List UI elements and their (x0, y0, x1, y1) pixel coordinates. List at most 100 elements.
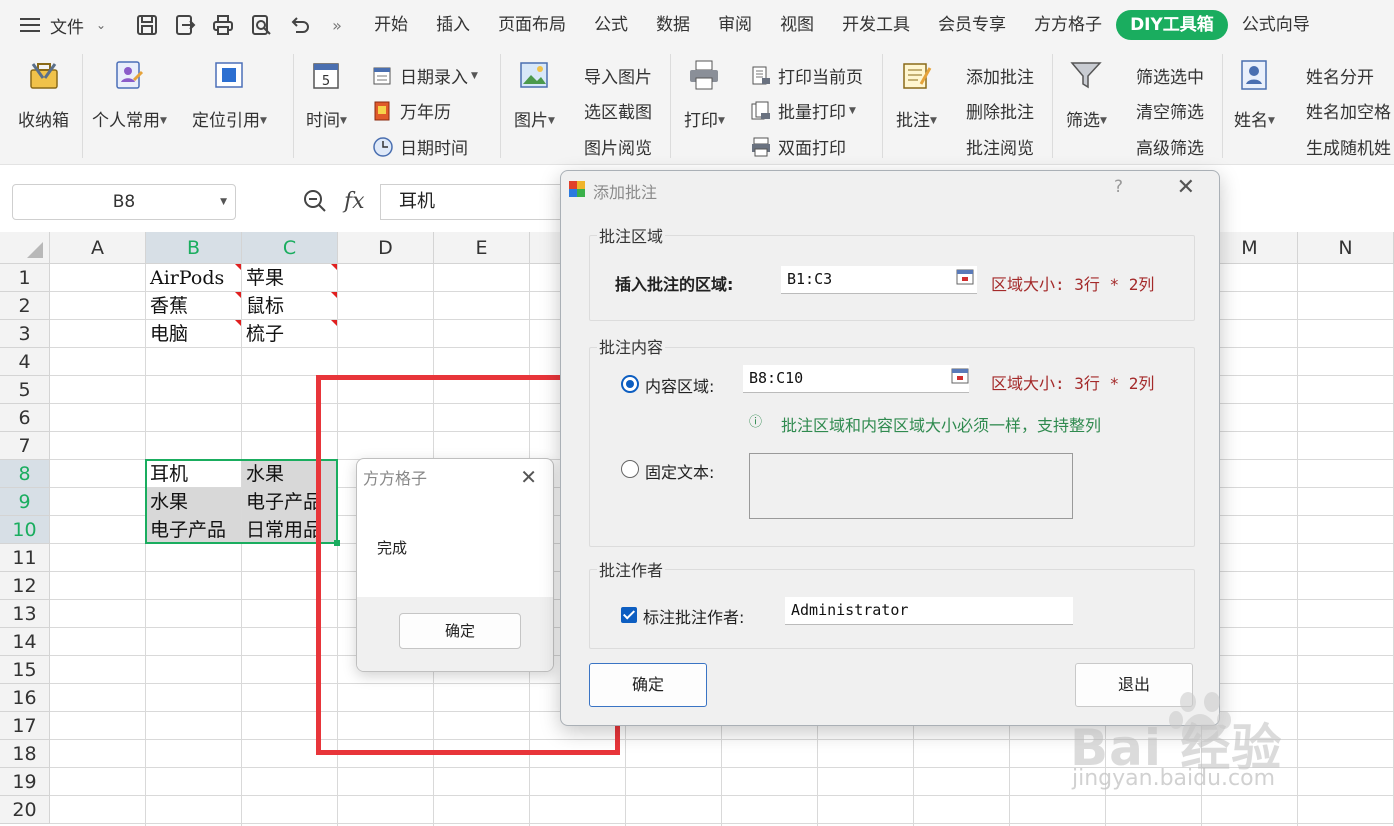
dropdown-arrow-icon[interactable]: ▼ (220, 197, 227, 207)
row-header-14[interactable]: 14 (0, 628, 50, 656)
cell-b1[interactable]: AirPods (146, 264, 241, 292)
row-header-19[interactable]: 19 (0, 768, 50, 796)
personal-button[interactable]: 个人常用▼ (92, 58, 167, 131)
add-comment-button[interactable]: 添加批注 (966, 63, 1034, 88)
row-header-4[interactable]: 4 (0, 348, 50, 376)
zoom-icon[interactable] (302, 188, 328, 214)
row-header-3[interactable]: 3 (0, 320, 50, 348)
cell-c2[interactable]: 鼠标 (242, 292, 337, 320)
clear-filter-button[interactable]: 清空筛选 (1136, 98, 1204, 123)
row-header-18[interactable]: 18 (0, 740, 50, 768)
insert-area-input[interactable]: B1:C3 (781, 266, 977, 294)
fixed-text-radio[interactable] (621, 460, 639, 478)
tab-formulas[interactable]: 公式 (580, 10, 642, 40)
row-header-1[interactable]: 1 (0, 264, 50, 292)
content-area-size: 区域大小: 3行 * 2列 (991, 374, 1155, 393)
range-picker-icon[interactable] (956, 269, 974, 285)
more-icon[interactable]: » (324, 12, 350, 38)
row-header-12[interactable]: 12 (0, 572, 50, 600)
split-name-button[interactable]: 姓名分开 (1306, 63, 1374, 88)
function-icon[interactable]: fx (344, 189, 365, 214)
close-icon[interactable]: ✕ (520, 465, 537, 489)
column-header-a[interactable]: A (50, 232, 146, 264)
comment-button[interactable]: 批注▼ (896, 58, 937, 131)
dialog-ok-button[interactable]: 确定 (589, 663, 707, 707)
column-header-c[interactable]: C (242, 232, 338, 264)
batch-print-button[interactable]: 批量打印 ▼ (750, 98, 856, 123)
picture-browse-button[interactable]: 图片阅览 (584, 134, 652, 159)
tab-developer[interactable]: 开发工具 (828, 10, 924, 40)
filter-button[interactable]: 筛选▼ (1066, 58, 1107, 131)
print-button[interactable]: 打印▼ (684, 58, 725, 131)
tab-formula-wizard[interactable]: 公式向导 (1228, 10, 1324, 40)
row-header-11[interactable]: 11 (0, 544, 50, 572)
content-area-radio[interactable] (621, 375, 639, 393)
formula-input[interactable]: 耳机 (380, 184, 580, 220)
file-menu[interactable]: 文件 ⌄ (20, 13, 106, 38)
help-icon[interactable]: ? (1114, 177, 1123, 197)
row-header-10[interactable]: 10 (0, 516, 50, 544)
date-entry-button[interactable]: 日期录入 ▼ (372, 63, 478, 88)
advanced-filter-button[interactable]: 高级筛选 (1136, 134, 1204, 159)
storage-button[interactable]: 收纳箱 (18, 58, 69, 131)
row-header-7[interactable]: 7 (0, 432, 50, 460)
save-icon[interactable] (134, 12, 160, 38)
content-area-input[interactable]: B8:C10 (743, 365, 969, 393)
print-preview-icon[interactable] (248, 12, 274, 38)
name-button[interactable]: 姓名▼ (1234, 58, 1275, 131)
view-comment-button[interactable]: 批注阅览 (966, 134, 1034, 159)
dialog-exit-button[interactable]: 退出 (1075, 663, 1193, 707)
mark-author-checkbox[interactable] (621, 607, 637, 623)
select-all-corner[interactable] (0, 232, 50, 264)
author-input[interactable]: Administrator (785, 597, 1073, 625)
close-icon[interactable]: ✕ (1177, 175, 1195, 200)
cell-b2[interactable]: 香蕉 (146, 292, 241, 320)
column-header-e[interactable]: E (434, 232, 530, 264)
print-icon[interactable] (210, 12, 236, 38)
tab-diy-toolbox[interactable]: DIY工具箱 (1116, 10, 1228, 40)
tab-data[interactable]: 数据 (642, 10, 704, 40)
column-header-d[interactable]: D (338, 232, 434, 264)
row-header-16[interactable]: 16 (0, 684, 50, 712)
cell-c1[interactable]: 苹果 (242, 264, 337, 292)
datetime-button[interactable]: 日期时间 (372, 134, 468, 159)
cell-c3[interactable]: 梳子 (242, 320, 337, 348)
column-header-n[interactable]: N (1298, 232, 1394, 264)
row-header-2[interactable]: 2 (0, 292, 50, 320)
undo-icon[interactable] (286, 12, 312, 38)
region-screenshot-button[interactable]: 选区截图 (584, 98, 652, 123)
row-header-13[interactable]: 13 (0, 600, 50, 628)
export-icon[interactable] (172, 12, 198, 38)
name-space-button[interactable]: 姓名加空格 (1306, 98, 1391, 123)
duplex-print-button[interactable]: 双面打印 (750, 134, 846, 159)
tab-ffcell[interactable]: 方方格子 (1020, 10, 1116, 40)
row-header-9[interactable]: 9 (0, 488, 50, 516)
message-ok-button[interactable]: 确定 (399, 613, 521, 649)
time-button[interactable]: 5 时间▼ (306, 58, 347, 131)
picture-button[interactable]: 图片▼ (514, 58, 555, 131)
tab-view[interactable]: 视图 (766, 10, 828, 40)
cell-b3[interactable]: 电脑 (146, 320, 241, 348)
row-header-6[interactable]: 6 (0, 404, 50, 432)
import-picture-button[interactable]: 导入图片 (584, 63, 652, 88)
tab-insert[interactable]: 插入 (422, 10, 484, 40)
row-header-8[interactable]: 8 (0, 460, 50, 488)
filter-selected-button[interactable]: 筛选选中 (1136, 63, 1204, 88)
random-name-button[interactable]: 生成随机姓 (1306, 134, 1391, 159)
delete-comment-button[interactable]: 删除批注 (966, 98, 1034, 123)
locate-button[interactable]: 定位引用▼ (192, 58, 267, 131)
calendar-button[interactable]: 万年历 (372, 98, 451, 123)
row-header-17[interactable]: 17 (0, 712, 50, 740)
range-picker-icon[interactable] (951, 368, 969, 384)
row-header-20[interactable]: 20 (0, 796, 50, 824)
tab-review[interactable]: 审阅 (704, 10, 766, 40)
column-header-b[interactable]: B (146, 232, 242, 264)
row-header-5[interactable]: 5 (0, 376, 50, 404)
fixed-text-area[interactable] (749, 453, 1073, 519)
print-current-button[interactable]: 打印当前页 (750, 63, 863, 88)
tab-page-layout[interactable]: 页面布局 (484, 10, 580, 40)
tab-home[interactable]: 开始 (360, 10, 422, 40)
row-header-15[interactable]: 15 (0, 656, 50, 684)
tab-member[interactable]: 会员专享 (924, 10, 1020, 40)
name-box[interactable]: B8 ▼ (12, 184, 236, 220)
